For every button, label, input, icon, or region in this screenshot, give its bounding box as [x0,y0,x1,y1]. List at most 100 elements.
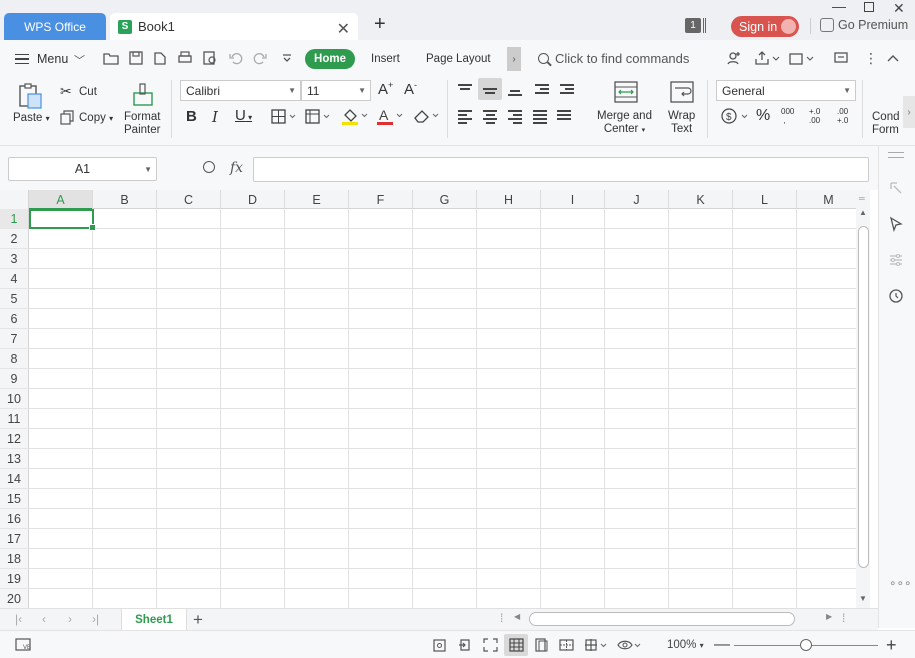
normal-view-grid-icon[interactable] [509,638,524,652]
window-list-icon[interactable] [703,18,706,33]
formula-input[interactable] [253,157,869,182]
row-header-14[interactable]: 14 [0,469,29,489]
filter-settings-icon[interactable] [888,252,904,268]
align-middle-icon[interactable] [483,84,497,96]
increase-decimal-icon[interactable]: +.0.00 [809,107,820,125]
more-horizontal-icon[interactable]: ∘∘∘ [889,576,912,592]
cut-button[interactable]: Cut [79,86,97,99]
split-handle-icon[interactable]: ⁞ [842,611,845,625]
row-header-8[interactable]: 8 [0,349,29,369]
currency-icon[interactable]: $ [721,107,749,125]
history-icon[interactable] [888,288,904,304]
thousands-separator-icon[interactable]: 000 , [781,107,794,125]
export-icon[interactable] [152,50,168,66]
macro-record-icon[interactable]: VB [15,638,33,652]
protect-view-icon[interactable] [432,638,447,652]
first-sheet-icon[interactable]: |‹ [15,612,22,626]
redo-icon[interactable] [252,50,268,66]
maximize-icon[interactable] [864,2,874,12]
align-bottom-icon[interactable] [508,86,522,98]
row-header-2[interactable]: 2 [0,229,29,249]
row-header-18[interactable]: 18 [0,549,29,569]
fill-color-icon[interactable] [341,107,369,125]
zoom-out-icon[interactable]: — [714,636,730,654]
menu-button[interactable]: Menu [15,52,68,66]
row-header-7[interactable]: 7 [0,329,29,349]
ribbon-scroll-right-icon[interactable]: › [903,96,915,128]
page-layout-view-icon[interactable] [534,638,549,652]
row-header-20[interactable]: 20 [0,589,29,608]
percent-icon[interactable]: % [756,107,770,125]
sign-in-button[interactable]: Sign in [731,16,799,37]
vertical-scrollbar[interactable]: ═ ▲ ▼ [856,190,870,608]
row-header-12[interactable]: 12 [0,429,29,449]
share-icon[interactable] [754,50,780,66]
align-center-icon[interactable] [483,110,497,126]
format-painter-button[interactable]: Format Painter [124,111,160,137]
scroll-right-icon[interactable]: ▶ [826,612,832,621]
align-right-icon[interactable] [508,110,522,126]
chevron-down-icon[interactable]: ﹀ [74,52,85,68]
column-header-a[interactable]: A [29,190,93,210]
align-top-icon[interactable] [458,84,472,96]
sheet-tab-sheet1[interactable]: Sheet1 [121,609,187,631]
conditional-formatting-button[interactable]: Cond Form [872,111,900,137]
column-header-j[interactable]: J [605,190,669,209]
open-folder-icon[interactable] [103,50,119,66]
fx-icon[interactable]: fx [230,160,243,176]
cursor-icon[interactable] [888,216,904,232]
page-break-preview-icon[interactable] [559,638,574,652]
find-commands-search[interactable]: Click to find commands [538,51,689,66]
name-box[interactable]: A1 ▼ [8,157,157,181]
decrease-indent-icon[interactable] [535,84,549,96]
font-color-icon[interactable]: A [376,107,404,125]
window-close-icon[interactable]: ✕ [893,0,905,17]
comment-icon[interactable] [833,50,849,66]
column-header-e[interactable]: E [285,190,349,209]
print-icon[interactable] [177,50,193,66]
paste-button[interactable]: Paste ▾ [13,112,50,125]
share-user-icon[interactable] [726,50,742,66]
select-all-corner[interactable] [0,190,29,209]
increase-font-icon[interactable]: A+ [378,80,393,98]
row-header-1[interactable]: 1 [0,209,29,229]
eye-protection-icon[interactable] [617,638,643,652]
save-icon[interactable] [128,50,144,66]
undo-icon[interactable] [228,50,244,66]
book1-tab[interactable]: S Book1 ✕ [110,13,358,40]
cell-style-icon[interactable] [305,109,331,124]
font-size-select[interactable]: 11 ▼ [301,80,371,101]
row-header-9[interactable]: 9 [0,369,29,389]
select-icon[interactable] [888,180,904,196]
horizontal-scrollbar-thumb[interactable] [529,612,795,626]
spreadsheet-grid[interactable]: ABCDEFGHIJKLM 1 2 3 4 5 6 7 8 9 10 11 12 13 14 15 16 17 1… [0,190,856,608]
customize-toolbar-icon[interactable] [279,50,295,66]
clear-eraser-icon[interactable] [412,107,440,125]
decrease-font-icon[interactable]: A- [404,80,417,98]
column-header-b[interactable]: B [93,190,157,209]
print-preview-icon[interactable] [202,50,218,66]
row-header-17[interactable]: 17 [0,529,29,549]
row-header-11[interactable]: 11 [0,409,29,429]
more-options-icon[interactable]: ⋮ [864,50,878,67]
close-icon[interactable]: ✕ [337,19,350,39]
distributed-icon[interactable] [557,110,571,122]
scroll-down-arrow-icon[interactable]: ▼ [859,594,867,603]
borders-icon[interactable] [271,109,297,124]
active-cell-a1[interactable] [29,209,96,231]
tab-insert[interactable]: Insert [371,53,400,65]
italic-icon[interactable]: I [212,108,218,126]
more-tabs-chevron-icon[interactable]: › [507,47,521,71]
read-mode-icon[interactable] [458,638,473,652]
column-header-f[interactable]: F [349,190,413,209]
bold-icon[interactable]: B [186,108,197,125]
row-header-16[interactable]: 16 [0,509,29,529]
column-header-c[interactable]: C [157,190,221,209]
last-sheet-icon[interactable]: ›| [92,612,99,626]
collapse-ribbon-icon[interactable] [885,50,901,66]
prev-sheet-icon[interactable]: ‹ [42,612,46,626]
row-header-6[interactable]: 6 [0,309,29,329]
scroll-up-icon[interactable]: ═ [859,194,865,203]
justify-icon[interactable] [533,110,547,126]
row-header-13[interactable]: 13 [0,449,29,469]
